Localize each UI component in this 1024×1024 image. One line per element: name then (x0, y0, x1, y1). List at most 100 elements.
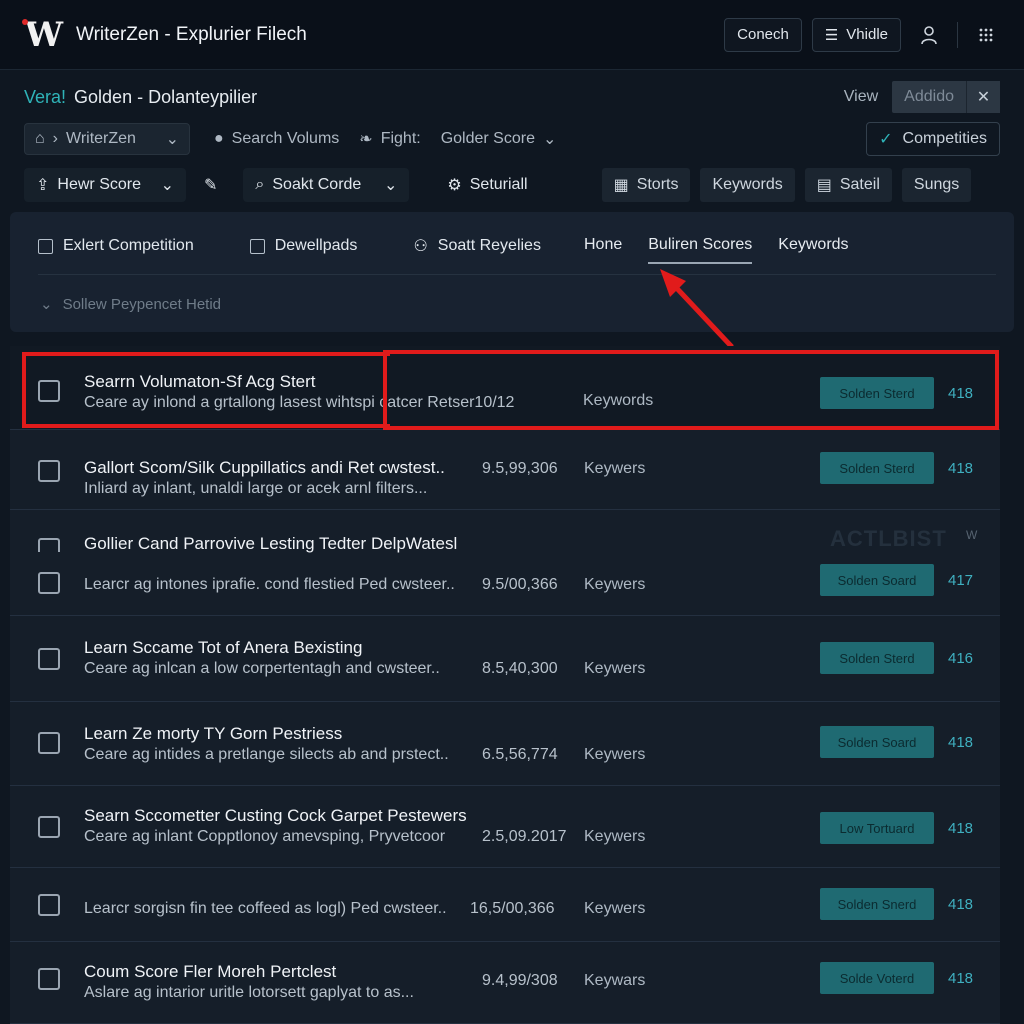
highlight-box: Keywords (383, 350, 999, 430)
tab-storts[interactable]: ▦ Storts (601, 168, 691, 202)
row-title: Searn Sccometter Custing Cock Garpet Pes… (84, 806, 467, 825)
row-checkbox[interactable] (38, 572, 60, 594)
tab-buliren-scores[interactable]: Buliren Scores (648, 236, 753, 264)
close-icon[interactable]: ✕ (966, 81, 1000, 113)
row-keywords: Keywers (584, 460, 646, 477)
table-row[interactable]: Coum Score Fler Moreh Pertclest Aslare a… (10, 942, 1000, 1024)
table-row[interactable]: Learn Sccame Tot of Anera Bexisting Cear… (10, 616, 1000, 702)
panel-options: Exlert Competition Dewellpads ⚇ Soatt Re… (38, 236, 597, 256)
highlight-box-left (22, 352, 390, 428)
collapse-toggle[interactable]: ⌄ Sollew Peypencet Hetid (40, 295, 222, 314)
tab-sateil[interactable]: ▤ Sateil (804, 168, 892, 202)
row-metric: 6.5,56,774 (482, 746, 558, 763)
row-keywords: Keywords (583, 392, 654, 409)
row-metric: 16,5/00,366 (470, 900, 555, 917)
score-value: 418 (948, 820, 974, 837)
row-description: Ceare ag inlant Copptlonoy amevsping, Pr… (84, 828, 446, 845)
table-row[interactable]: Searn Sccometter Custing Cock Garpet Pes… (10, 786, 1000, 868)
row-title: Learn Ze morty TY Gorn Pestriess (84, 724, 343, 743)
user-icon: ⚇ (413, 238, 428, 255)
score-value: 418 (948, 734, 974, 751)
row-description: Learcr sorgisn fin tee coffeed as logl) … (84, 900, 447, 917)
checkbox[interactable] (38, 238, 53, 254)
check-icon: ✓ (879, 131, 893, 148)
vhidle-button[interactable]: ☰ Vhidle (811, 17, 901, 52)
hewr-score-select[interactable]: ⇪ Hewr Score ⌄ (24, 168, 186, 202)
bird-icon: ❧ (359, 131, 373, 148)
seturiall-button[interactable]: ⚙ Seturiall (435, 168, 539, 202)
vhidle-label: Vhidle (846, 26, 888, 43)
row-keywords: Keywers (584, 660, 646, 677)
view-label[interactable]: View (844, 88, 878, 106)
row-checkbox[interactable] (38, 894, 60, 916)
conech-button[interactable]: Conech (724, 17, 802, 52)
row-keywords: Keywers (584, 828, 646, 845)
checkbox[interactable] (249, 238, 265, 254)
table-row[interactable]: Learn Ze morty TY Gorn Pestriess Ceare a… (10, 702, 1000, 786)
add-button[interactable]: Addido (892, 81, 966, 113)
score-value: 418 (948, 970, 974, 987)
tab-panel-keywords[interactable]: Keywords (778, 236, 848, 254)
row-description: Ceare ag intides a pretlange silects ab … (84, 746, 449, 763)
golden-score-filter[interactable]: Golder Score ⌄ (431, 123, 567, 155)
search-volume-filter[interactable]: ● Search Volums (204, 123, 349, 155)
row-metric: 9.4,99/308 (482, 972, 558, 989)
row-title: Learn Sccame Tot of Anera Bexisting (84, 638, 363, 657)
divider (957, 21, 958, 48)
tab-sungs-label: Sungs (913, 176, 960, 193)
tab-keywords-label: Keywords (712, 176, 783, 193)
status-badge[interactable]: Solde Voterd (820, 962, 934, 994)
filter-row: ⌂ › WriterZen ⌄ ● Search Volums ❧ Fight:… (24, 122, 1000, 156)
tab-sungs[interactable]: Sungs (901, 168, 972, 202)
row-checkbox[interactable] (38, 968, 60, 990)
row-checkbox[interactable] (38, 732, 60, 754)
logo-dot (22, 18, 28, 25)
tab-hone[interactable]: Hone (584, 236, 622, 254)
row-metric: 9.5/00,366 (482, 576, 558, 593)
score-value: 418 (948, 896, 974, 913)
row-checkbox[interactable] (38, 816, 60, 838)
top-actions: Conech ☰ Vhidle (724, 17, 1004, 52)
option-exlert-competition[interactable]: Exlert Competition (38, 237, 194, 255)
option-label: Soatt Reyelies (437, 237, 541, 254)
watermark-text: ACTLBIST (830, 526, 947, 551)
status-badge[interactable]: Solden Snerd (820, 888, 934, 920)
status-badge[interactable]: Solden Sterd (820, 642, 934, 674)
row-keywords: Keywers (584, 746, 646, 763)
row-title: Coum Score Fler Moreh Pertclest (84, 962, 337, 981)
status-badge[interactable]: Low Tortuard (820, 812, 934, 844)
settings-icon: ⚙ (447, 177, 462, 194)
tab-sateil-label: Sateil (839, 176, 880, 193)
conech-label: Conech (737, 26, 789, 43)
status-badge[interactable]: Solden Soard (820, 564, 934, 596)
row-metric: 2.5,09.2017 (482, 828, 567, 845)
writerzen-logo[interactable]: W (20, 15, 64, 55)
row-checkbox[interactable] (38, 460, 60, 482)
breadcrumb-accent[interactable]: Vera! (24, 87, 66, 108)
collapse-label: Sollew Peypencet Hetid (62, 295, 222, 313)
chevron-right-icon: › (52, 130, 58, 147)
apps-grid-icon[interactable] (968, 18, 1004, 52)
row-checkbox[interactable] (38, 538, 60, 552)
page-title: Golden - Dolanteypilier (74, 86, 258, 107)
status-badge[interactable]: Solden Soard (820, 726, 934, 758)
search-volume-label: Search Volums (231, 130, 340, 147)
row-title: Gallort Scom/Silk Cuppillatics andi Ret … (84, 458, 445, 477)
competities-button[interactable]: ✓ Competities (866, 122, 1000, 156)
edit-icon[interactable]: ✎ (196, 168, 225, 202)
option-soatt-reyelies[interactable]: ⚇ Soatt Reyelies (413, 236, 541, 256)
table-row[interactable]: Gallort Scom/Silk Cuppillatics andi Ret … (10, 430, 1000, 510)
table-row[interactable]: Learcr sorgisn fin tee coffeed as logl) … (10, 868, 1000, 942)
workspace-select[interactable]: ⌂ › WriterZen ⌄ (24, 123, 190, 155)
soakt-corde-select[interactable]: ⌕ Soakt Corde ⌄ (243, 168, 410, 202)
hewr-score-label: Hewr Score (57, 176, 141, 193)
status-badge[interactable]: Solden Sterd (820, 452, 934, 484)
option-dewellpads[interactable]: Dewellpads (249, 237, 357, 255)
chevron-down-icon: ⌄ (384, 177, 398, 194)
chevron-down-icon: ⌄ (160, 177, 174, 194)
row-checkbox[interactable] (38, 648, 60, 670)
panel-tabs: Hone Buliren Scores Keywords (584, 236, 849, 264)
tab-keywords[interactable]: Keywords (700, 168, 795, 202)
user-icon[interactable] (911, 18, 947, 52)
fight-filter[interactable]: ❧ Fight: (349, 123, 430, 155)
